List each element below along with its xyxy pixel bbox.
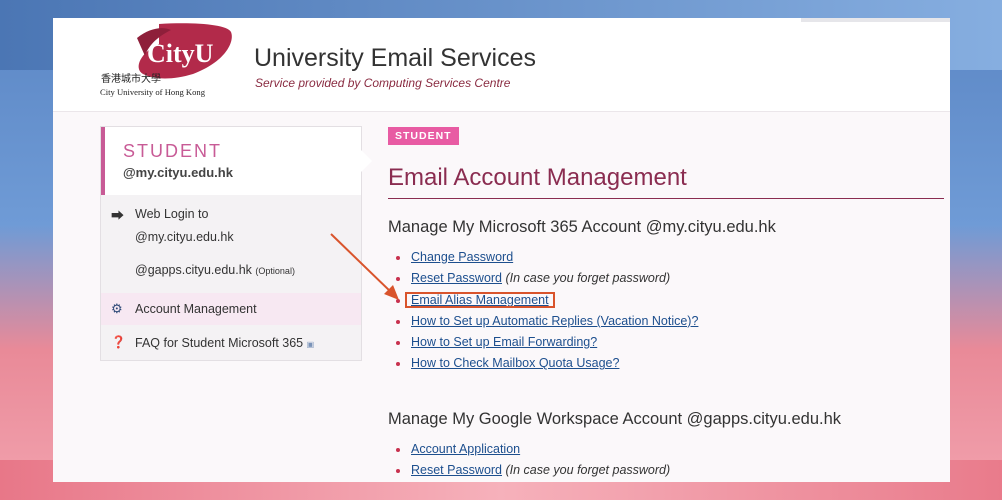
page-card: CityU 香港城市大學 City University of Hong Kon… [53,18,950,482]
pointer-arrow [330,233,399,300]
